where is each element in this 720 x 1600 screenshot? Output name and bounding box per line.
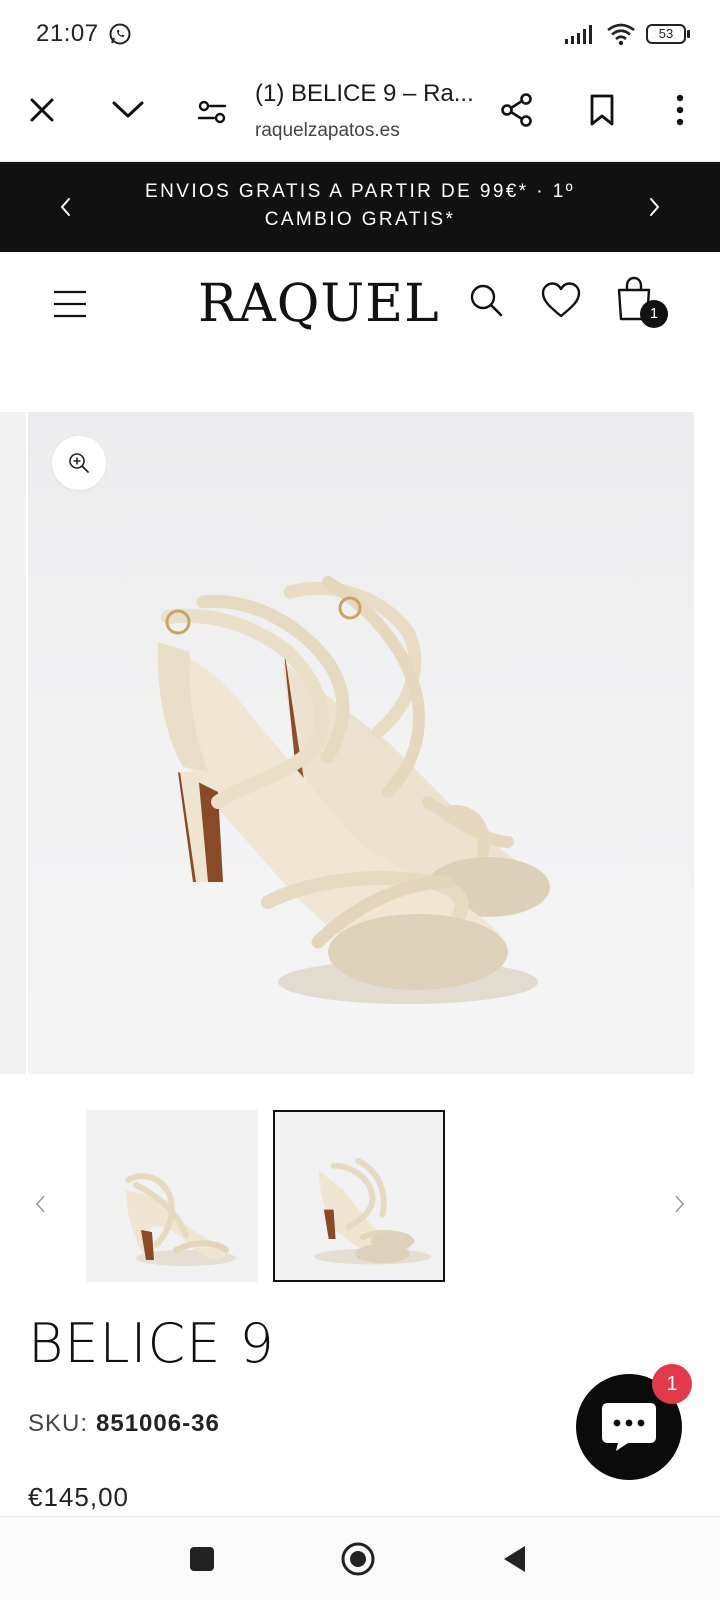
tune-icon bbox=[197, 100, 227, 124]
home-circle-icon bbox=[341, 1542, 375, 1576]
product-sku: SKU: 851006-36 bbox=[28, 1410, 220, 1438]
product-main-image[interactable] bbox=[28, 412, 694, 1074]
more-options-button[interactable] bbox=[660, 90, 700, 130]
chat-notification-badge: 1 bbox=[652, 1364, 692, 1404]
chevron-left-icon bbox=[60, 198, 70, 216]
signal-icon bbox=[565, 25, 592, 44]
chevron-right-icon bbox=[650, 198, 660, 216]
announcement-bar: ENVIOS GRATIS A PARTIR DE 99€* · 1º CAMB… bbox=[0, 162, 720, 252]
system-navigation-bar bbox=[0, 1516, 720, 1600]
wifi-icon bbox=[607, 23, 635, 46]
zoom-in-icon bbox=[69, 453, 89, 473]
bookmark-button[interactable] bbox=[582, 90, 622, 130]
chevron-right-icon bbox=[675, 1195, 685, 1213]
sku-value: 851006-36 bbox=[96, 1410, 220, 1437]
back-button[interactable] bbox=[496, 1541, 532, 1577]
menu-icon[interactable] bbox=[52, 286, 88, 322]
announcement-prev-button[interactable] bbox=[48, 190, 82, 224]
square-icon bbox=[190, 1547, 214, 1571]
browser-toolbar: (1) BELICE 9 – Ra... raquelzapatos.es bbox=[0, 64, 720, 162]
status-time: 21:07 bbox=[36, 20, 99, 47]
product-title: BELICE 9 bbox=[28, 1312, 275, 1375]
share-button[interactable] bbox=[497, 90, 537, 130]
battery-level: 53 bbox=[646, 24, 686, 44]
search-icon[interactable] bbox=[466, 280, 506, 320]
sku-label: SKU: bbox=[28, 1410, 89, 1437]
cart-count-badge: 1 bbox=[640, 300, 668, 328]
battery-icon: 53 bbox=[646, 23, 690, 45]
home-button[interactable] bbox=[340, 1541, 376, 1577]
wishlist-heart-icon[interactable] bbox=[540, 280, 582, 320]
previous-image-peek bbox=[0, 412, 26, 1074]
thumbnail-gallery bbox=[0, 1100, 720, 1290]
store-header: RAQUEL 1 bbox=[0, 252, 720, 362]
minimize-button[interactable] bbox=[108, 90, 148, 130]
chevron-left-icon bbox=[35, 1195, 45, 1213]
thumbnail-prev-button[interactable] bbox=[28, 1192, 52, 1216]
product-price: €145,00 bbox=[28, 1482, 129, 1512]
status-bar: 21:07 53 bbox=[0, 0, 720, 64]
thumbnail-1[interactable] bbox=[86, 1110, 258, 1282]
recent-apps-button[interactable] bbox=[184, 1541, 220, 1577]
zoom-button[interactable] bbox=[52, 436, 106, 490]
close-tab-button[interactable] bbox=[22, 90, 62, 130]
url-text[interactable]: raquelzapatos.es bbox=[255, 120, 400, 142]
close-icon bbox=[30, 98, 54, 122]
bookmark-icon bbox=[590, 94, 614, 126]
site-settings-button[interactable] bbox=[192, 92, 232, 132]
announcement-text: ENVIOS GRATIS A PARTIR DE 99€* · 1º CAMB… bbox=[145, 181, 575, 230]
cart-button[interactable]: 1 bbox=[614, 276, 668, 328]
chevron-down-icon bbox=[112, 101, 144, 118]
product-image-sandal bbox=[157, 576, 550, 1004]
more-vert-icon bbox=[676, 94, 684, 126]
store-logo[interactable]: RAQUEL bbox=[198, 274, 440, 334]
announcement-next-button[interactable] bbox=[638, 190, 672, 224]
whatsapp-icon bbox=[109, 23, 131, 45]
thumbnail-sandal-pair-image bbox=[314, 1157, 432, 1265]
thumbnail-next-button[interactable] bbox=[668, 1192, 692, 1216]
chat-bubble-icon bbox=[602, 1403, 656, 1451]
tab-title[interactable]: (1) BELICE 9 – Ra... bbox=[255, 80, 475, 108]
back-triangle-icon bbox=[504, 1546, 525, 1572]
thumbnail-sandal-side-image bbox=[125, 1173, 236, 1266]
thumbnail-2-selected[interactable] bbox=[273, 1110, 445, 1282]
share-icon bbox=[501, 93, 532, 127]
